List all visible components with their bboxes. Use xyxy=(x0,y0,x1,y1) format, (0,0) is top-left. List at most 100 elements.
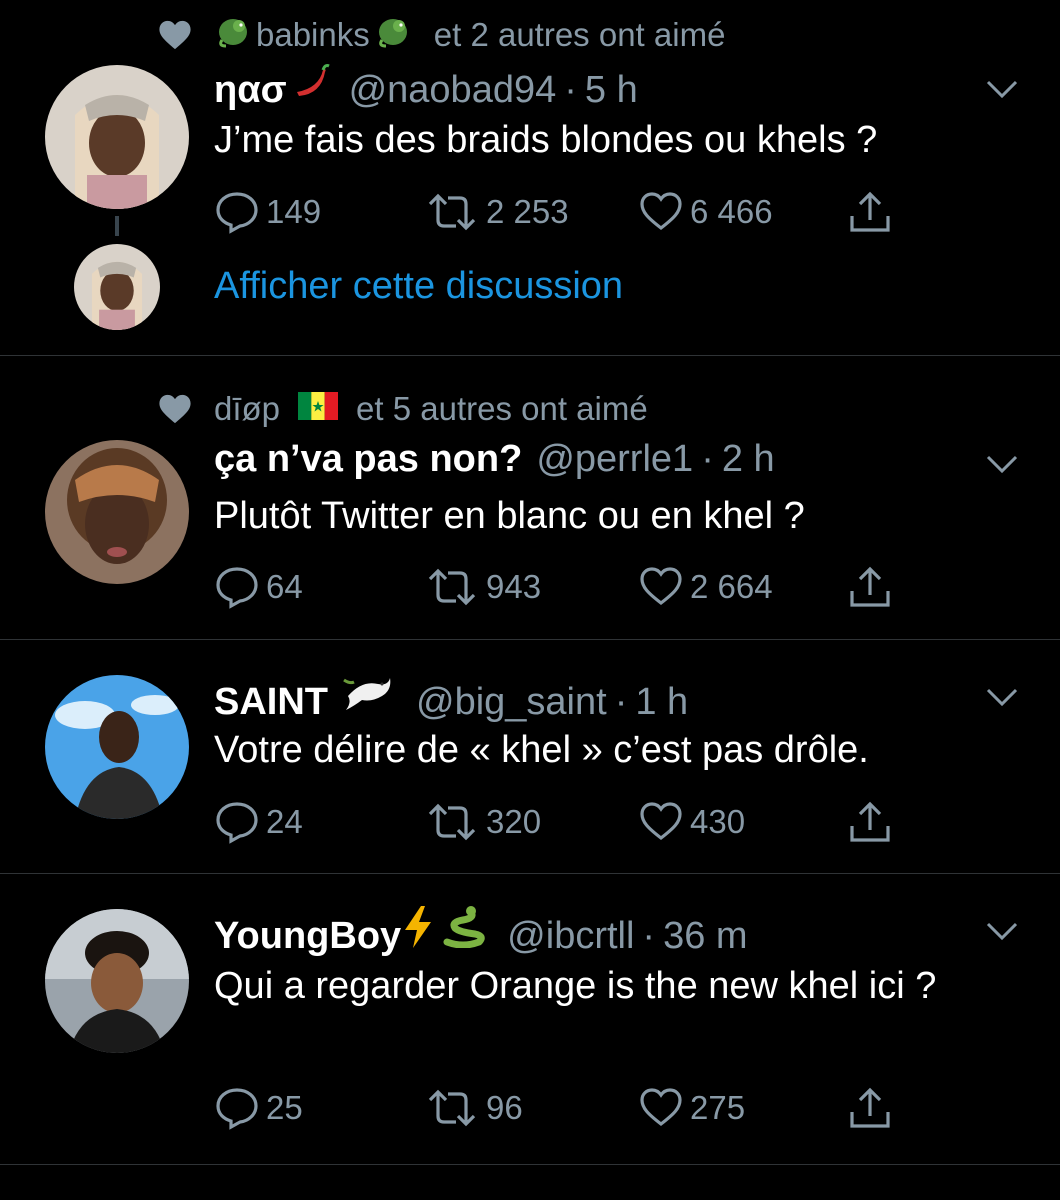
tweet-1[interactable]: babinks et 2 autres ont aimé ηασ @naobad… xyxy=(0,0,1060,355)
display-name[interactable]: ça n’va pas non? xyxy=(214,438,522,481)
tweet-header: YoungBoy @ibcrtll · 36 m xyxy=(214,906,748,958)
lightning-icon xyxy=(403,906,433,958)
retweet-count: 96 xyxy=(486,1089,523,1126)
reply-icon xyxy=(216,802,258,844)
handle[interactable]: @ibcrtll xyxy=(507,915,634,958)
share-icon xyxy=(850,1087,890,1128)
tweet-actions: 64 943 2 664 xyxy=(214,565,914,613)
chevron-down-icon[interactable] xyxy=(985,920,1019,942)
tweet-4[interactable]: YoungBoy @ibcrtll · 36 m Qui a regarder … xyxy=(0,874,1060,1164)
reply-button[interactable]: 25 xyxy=(214,1086,303,1130)
chevron-down-icon[interactable] xyxy=(985,78,1019,100)
tweet-3[interactable]: SAINT @big_saint · 1 h Votre délire de «… xyxy=(0,640,1060,873)
display-name[interactable]: ηασ xyxy=(214,69,287,112)
avatar[interactable] xyxy=(45,675,189,819)
retweet-button[interactable]: 2 253 xyxy=(424,190,569,234)
tweet-actions: 149 2 253 6 466 xyxy=(214,190,914,238)
heart-icon xyxy=(159,394,191,424)
liker-name[interactable]: babinks xyxy=(256,16,370,54)
heart-icon xyxy=(640,1088,682,1127)
tweet-text: Plutôt Twitter en blanc ou en khel ? xyxy=(214,495,805,537)
tweet-header: ηασ @naobad94 · 5 h xyxy=(214,62,638,112)
share-button[interactable] xyxy=(847,565,899,611)
share-icon xyxy=(850,566,890,607)
share-button[interactable] xyxy=(847,800,899,846)
retweet-icon xyxy=(428,568,476,606)
reply-icon xyxy=(216,192,258,234)
chevron-down-icon[interactable] xyxy=(985,686,1019,708)
senegal-flag-emoji xyxy=(298,390,339,428)
like-count: 6 466 xyxy=(690,193,773,230)
like-count: 275 xyxy=(690,1089,746,1126)
thread-line xyxy=(115,216,119,236)
display-name[interactable]: SAINT xyxy=(214,681,328,724)
hot-pepper-emoji xyxy=(291,62,331,112)
retweet-icon xyxy=(428,193,476,231)
reply-count: 24 xyxy=(266,803,303,840)
dragon-emoji xyxy=(374,12,412,58)
handle[interactable]: @perrle1 xyxy=(536,438,693,481)
social-context: babinks et 2 autres ont aimé xyxy=(158,12,725,58)
dragon-emoji xyxy=(214,12,252,58)
reply-button[interactable]: 64 xyxy=(214,565,303,609)
chevron-down-icon[interactable] xyxy=(985,453,1019,475)
avatar[interactable] xyxy=(45,440,189,584)
retweet-count: 320 xyxy=(486,803,542,840)
avatar[interactable] xyxy=(45,909,189,1053)
heart-icon xyxy=(640,802,682,841)
retweet-button[interactable]: 320 xyxy=(424,800,541,844)
timestamp[interactable]: 1 h xyxy=(635,681,688,724)
reply-count: 25 xyxy=(266,1089,303,1126)
retweet-count: 943 xyxy=(486,568,542,605)
retweet-button[interactable]: 96 xyxy=(424,1086,523,1130)
tweet-header: SAINT @big_saint · 1 h xyxy=(214,670,688,724)
reply-button[interactable]: 24 xyxy=(214,800,303,844)
retweet-icon xyxy=(428,1089,476,1127)
tweet-actions: 24 320 430 xyxy=(214,800,914,848)
timestamp[interactable]: 5 h xyxy=(585,69,638,112)
tweet-text: Votre délire de « khel » c’est pas drôle… xyxy=(214,729,869,771)
separator-dot: · xyxy=(614,681,628,723)
divider xyxy=(0,1164,1060,1165)
like-button[interactable]: 2 664 xyxy=(638,565,773,609)
social-context-text: et 5 autres ont aimé xyxy=(356,390,648,427)
social-context-text: et 2 autres ont aimé xyxy=(433,16,726,53)
reply-icon xyxy=(216,567,258,609)
handle[interactable]: @naobad94 xyxy=(349,69,557,112)
heart-icon xyxy=(640,192,682,231)
like-button[interactable]: 430 xyxy=(638,800,745,844)
share-icon xyxy=(850,801,890,842)
reply-button[interactable]: 149 xyxy=(214,190,321,234)
reply-icon xyxy=(216,1088,258,1130)
show-thread-link[interactable]: Afficher cette discussion xyxy=(214,265,623,308)
share-button[interactable] xyxy=(847,1086,899,1132)
share-icon xyxy=(850,191,890,232)
dove-emoji xyxy=(342,670,394,724)
tweet-text: J’me fais des braids blondes ou khels ? xyxy=(214,119,878,161)
like-count: 2 664 xyxy=(690,568,773,605)
heart-icon xyxy=(159,20,191,50)
display-name[interactable]: YoungBoy xyxy=(214,915,401,958)
tweet-header: ça n’va pas non? @perrle1 · 2 h xyxy=(214,438,775,481)
tweet-actions: 25 96 275 xyxy=(214,1086,914,1134)
avatar[interactable] xyxy=(45,65,189,209)
tweet-text: Qui a regarder Orange is the new khel ic… xyxy=(214,965,937,1007)
separator-dot: · xyxy=(642,915,656,957)
retweet-count: 2 253 xyxy=(486,193,569,230)
timestamp[interactable]: 2 h xyxy=(722,438,775,481)
retweet-button[interactable]: 943 xyxy=(424,565,541,609)
handle[interactable]: @big_saint xyxy=(416,681,607,724)
tweet-2[interactable]: dīøp et 5 autres ont aimé ça n’va pas no… xyxy=(0,356,1060,639)
social-context: dīøp et 5 autres ont aimé xyxy=(158,390,648,428)
reply-count: 64 xyxy=(266,568,303,605)
like-count: 430 xyxy=(690,803,746,840)
retweet-icon xyxy=(428,803,476,841)
like-button[interactable]: 6 466 xyxy=(638,190,773,234)
reply-count: 149 xyxy=(266,193,322,230)
liker-name[interactable]: dīøp xyxy=(214,390,280,428)
timestamp[interactable]: 36 m xyxy=(663,915,747,958)
thread-avatar[interactable] xyxy=(74,244,160,330)
like-button[interactable]: 275 xyxy=(638,1086,745,1130)
share-button[interactable] xyxy=(847,190,899,236)
separator-dot: · xyxy=(701,438,714,480)
